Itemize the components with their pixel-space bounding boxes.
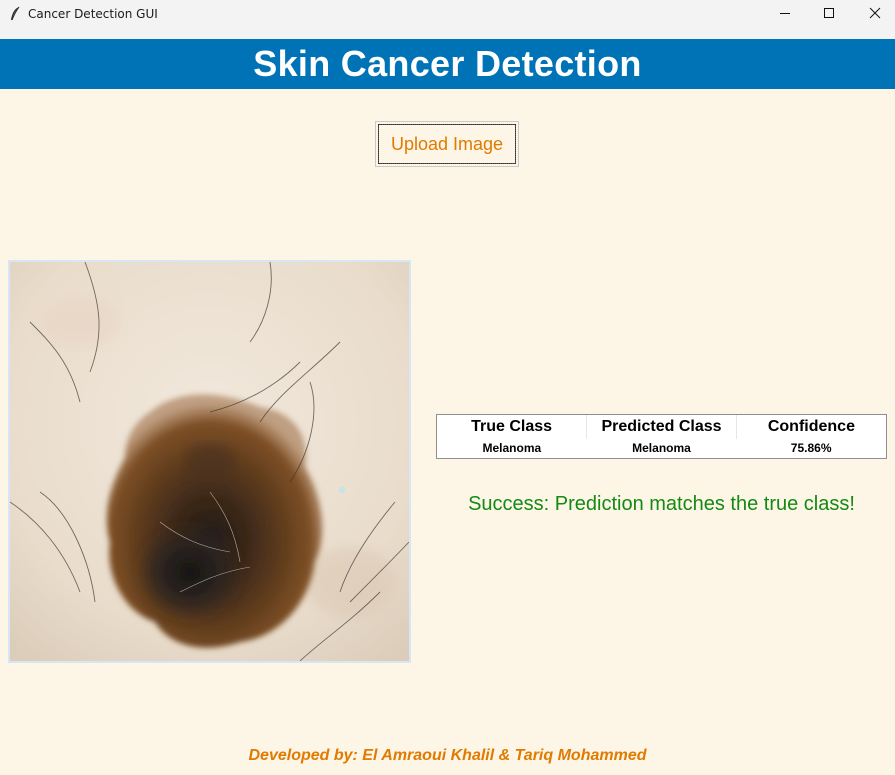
window-title: Cancer Detection GUI — [28, 7, 158, 21]
page-title: Skin Cancer Detection — [253, 43, 642, 84]
maximize-icon — [823, 6, 835, 24]
title-bar: Cancer Detection GUI — [0, 0, 895, 39]
table-header-row: True Class Predicted Class Confidence — [437, 415, 886, 439]
app-header: Skin Cancer Detection — [0, 39, 895, 89]
upload-image-label: Upload Image — [390, 133, 504, 154]
results-table: True Class Predicted Class Confidence Me… — [436, 414, 887, 459]
maximize-button[interactable] — [806, 0, 852, 29]
app-window: Cancer Detection GUI Skin Cancer Detecti… — [0, 0, 895, 775]
feather-icon — [8, 6, 22, 22]
close-icon — [869, 6, 881, 24]
confidence-cell: 75.86% — [790, 441, 832, 455]
minimize-icon — [779, 6, 791, 24]
close-button[interactable] — [852, 0, 895, 29]
column-header[interactable]: True Class — [437, 415, 588, 439]
minimize-button[interactable] — [762, 0, 808, 29]
predicted-class-cell: Melanoma — [632, 441, 691, 455]
footer-credits: Developed by: El Amraoui Khalil & Tariq … — [248, 747, 647, 764]
status-message: Success: Prediction matches the true cla… — [468, 493, 855, 515]
skin-lesion-image — [8, 260, 411, 663]
column-header[interactable]: Confidence — [736, 415, 886, 439]
column-header[interactable]: Predicted Class — [586, 415, 737, 439]
table-row[interactable]: Melanoma Melanoma 75.86% — [437, 439, 886, 457]
upload-image-button[interactable]: Upload Image — [375, 121, 519, 167]
true-class-cell: Melanoma — [482, 441, 542, 455]
